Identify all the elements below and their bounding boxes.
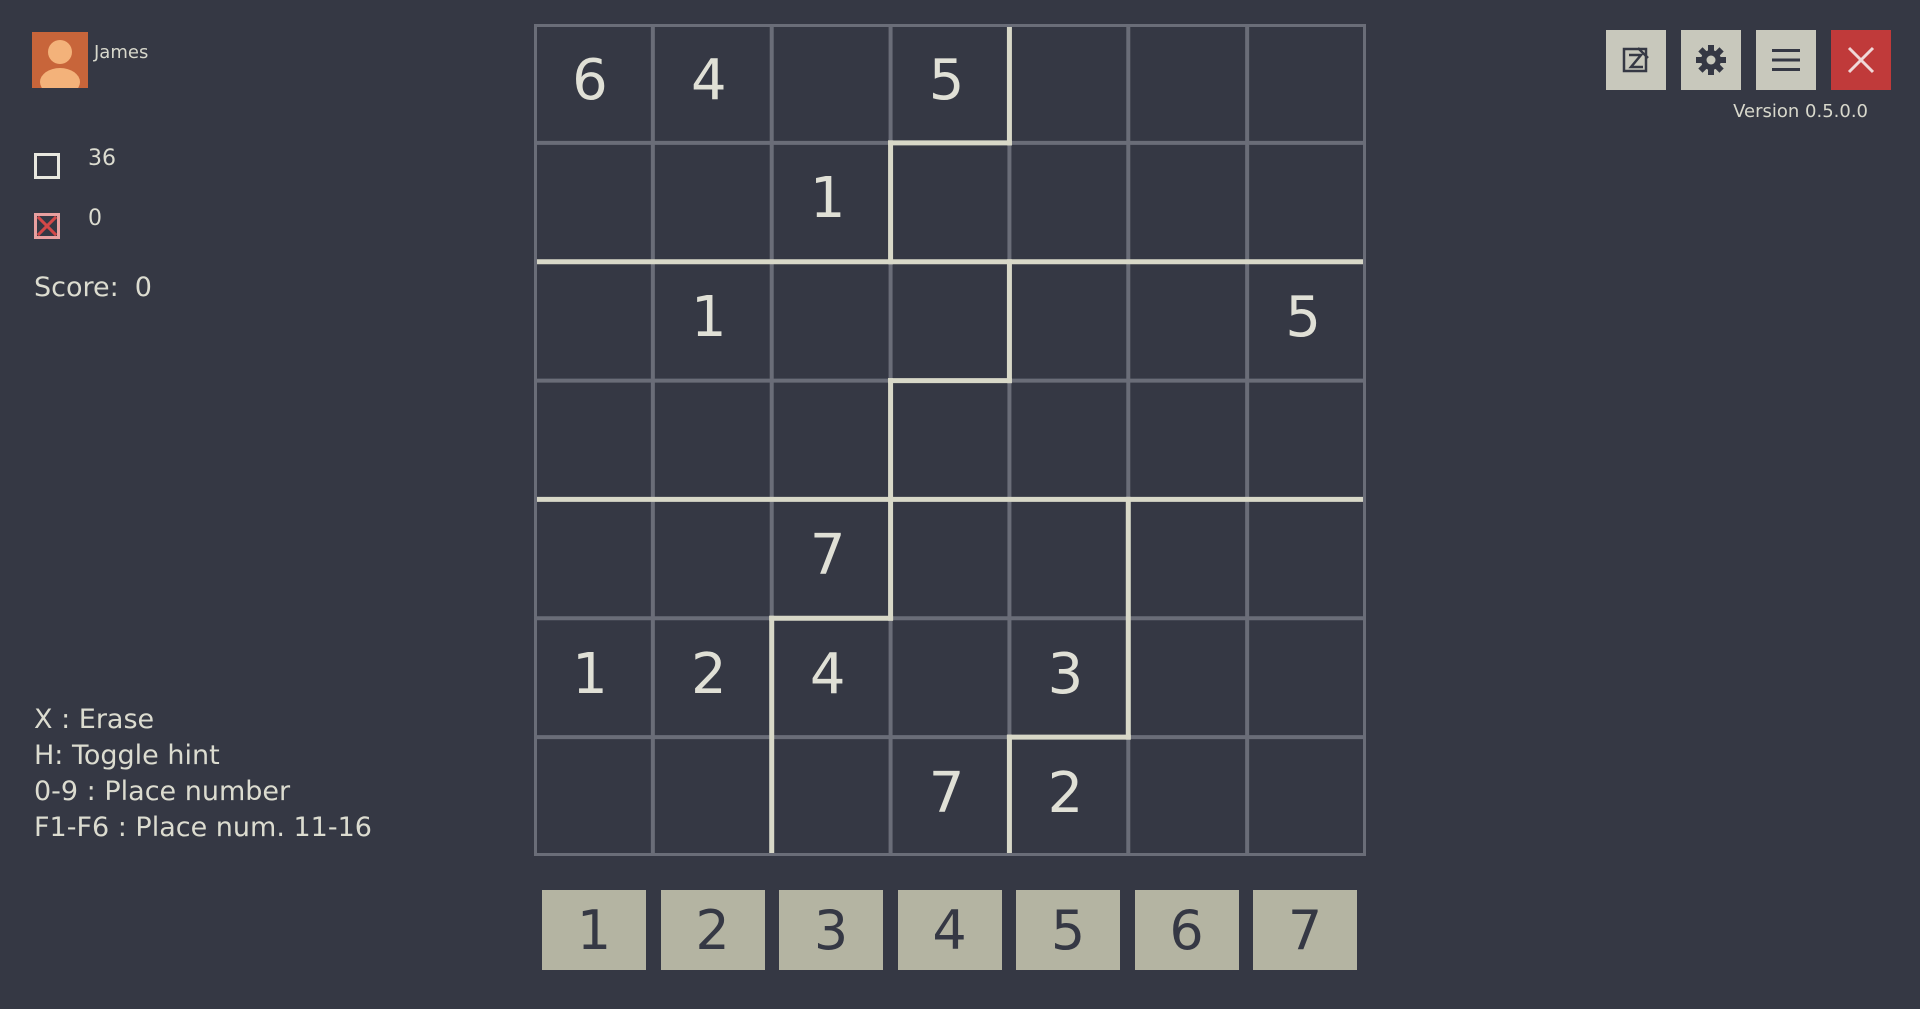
board-cell[interactable] [534,143,646,255]
board-cell[interactable]: 5 [891,24,1003,136]
board-cell[interactable] [1009,24,1121,136]
board-cell[interactable]: 3 [1009,618,1121,730]
board-cell[interactable] [1247,618,1359,730]
board-cell[interactable] [653,737,765,849]
board-cell[interactable]: 1 [772,143,884,255]
board-cell[interactable] [772,381,884,493]
edit-icon [1622,47,1649,73]
board-cell[interactable] [653,499,765,611]
board-cell[interactable] [1247,143,1359,255]
board-cell[interactable] [1009,143,1121,255]
board-cell[interactable] [653,143,765,255]
board-cell[interactable] [534,737,646,849]
settings-button[interactable] [1681,30,1741,90]
board-cell[interactable] [1009,499,1121,611]
version-label: Version 0.5.0.0 [1733,101,1868,122]
hint-place-high: F1-F6 : Place num. 11-16 [34,812,372,843]
board-cell[interactable] [891,618,1003,730]
empty-square-icon [34,153,60,179]
edit-button[interactable] [1606,30,1666,90]
board-cell[interactable]: 1 [653,262,765,374]
board-cell[interactable] [534,499,646,611]
board-cell[interactable] [1128,143,1240,255]
hint-erase: X : Erase [34,704,155,735]
board-cell[interactable]: 4 [653,24,765,136]
board-cell[interactable]: 1 [534,618,646,730]
board-cell[interactable]: 7 [891,737,1003,849]
score: Score: 0 [34,272,152,303]
board-cell[interactable] [1128,618,1240,730]
board-cell[interactable]: 2 [653,618,765,730]
remaining-cells-stat: 36 [34,146,116,179]
board-cell[interactable] [1247,737,1359,849]
board-cell[interactable] [1128,499,1240,611]
error-count: 0 [88,205,102,231]
errors-stat: 0 [34,206,102,239]
board-cell[interactable] [772,737,884,849]
menu-button[interactable] [1756,30,1816,90]
error-cross-icon [34,213,60,239]
avatar-icon[interactable] [32,32,88,88]
remaining-count: 36 [88,145,116,171]
menu-icon [1772,49,1800,71]
username: James [94,42,149,63]
board-cell[interactable] [891,499,1003,611]
number-pad-button[interactable]: 7 [1253,890,1357,970]
board-cell[interactable]: 5 [1247,262,1359,374]
number-pad-button[interactable]: 6 [1134,890,1239,970]
board-cell[interactable] [1247,381,1359,493]
board-cell[interactable] [772,24,884,136]
board-cell[interactable] [1128,24,1240,136]
board-cell[interactable] [653,381,765,493]
close-button[interactable] [1831,30,1891,90]
board-cell[interactable] [1128,381,1240,493]
score-label: Score: [34,272,119,303]
board-cell[interactable] [1247,24,1359,136]
board-cell[interactable] [891,262,1003,374]
puzzle-board: 6451157124372 [534,24,1366,856]
user-profile: James [32,32,148,88]
board-cell[interactable]: 2 [1009,737,1121,849]
hint-toggle: H: Toggle hint [34,740,220,771]
board-cell[interactable] [1247,499,1359,611]
keyboard-hints: X : Erase H: Toggle hint 0-9 : Place num… [34,702,372,846]
board-cell[interactable]: 6 [534,24,646,136]
board-cell[interactable] [891,381,1003,493]
number-pad-button[interactable]: 2 [660,890,765,970]
gear-icon [1696,45,1726,75]
board-cell[interactable] [534,381,646,493]
board-cell[interactable] [1128,262,1240,374]
board-cell[interactable]: 4 [772,618,884,730]
board-cell[interactable] [534,262,646,374]
number-pad-button[interactable]: 3 [779,890,883,970]
board-cell[interactable] [891,143,1003,255]
number-pad-button[interactable]: 4 [897,890,1002,970]
board-cell[interactable]: 7 [772,499,884,611]
board-cell[interactable] [1128,737,1240,849]
number-pad-button[interactable]: 1 [542,890,646,970]
board-cell[interactable] [772,262,884,374]
number-pad: 1234567 [542,890,1357,970]
number-pad-button[interactable]: 5 [1016,890,1120,970]
toolbar [1606,30,1891,90]
board-cell[interactable] [1009,262,1121,374]
score-value: 0 [134,272,152,303]
hint-place-number: 0-9 : Place number [34,776,291,807]
board-cell[interactable] [1009,381,1121,493]
close-icon [1847,46,1875,74]
